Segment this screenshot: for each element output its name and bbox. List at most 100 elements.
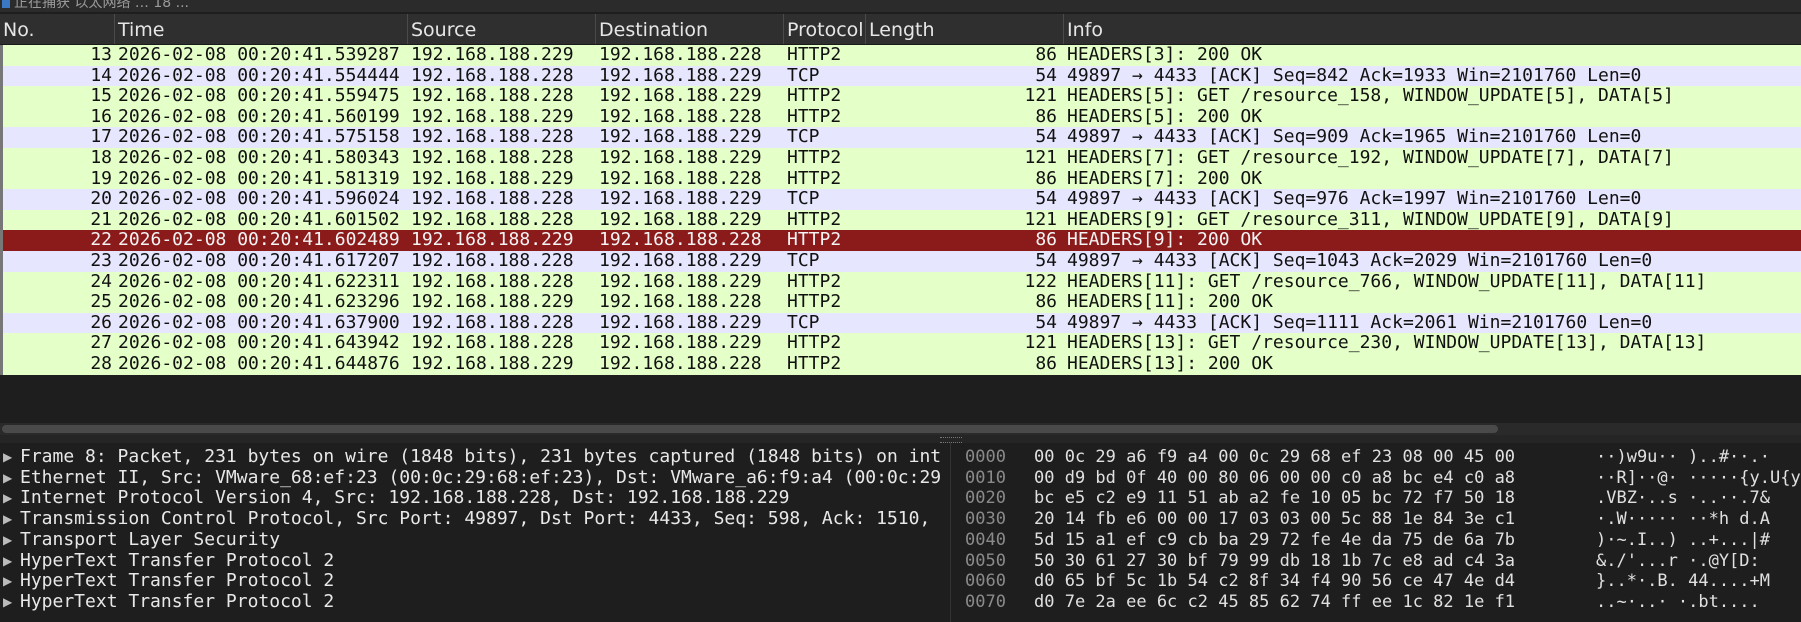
packet-source: 192.168.188.228 bbox=[411, 64, 574, 86]
packet-row[interactable]: 16 2026-02-08 00:20:41.560199 192.168.188.… bbox=[0, 105, 1801, 128]
packet-number: 18 bbox=[90, 147, 112, 168]
packet-info: HEADERS[9]: GET /resource_311, WINDOW_UP… bbox=[1067, 208, 1674, 230]
packet-row[interactable]: 13 2026-02-08 00:20:41.539287 192.168.188.… bbox=[0, 45, 1801, 66]
packet-info: 49897 → 4433 [ACK] Seq=842 Ack=1933 Win=… bbox=[1067, 64, 1642, 86]
packet-info: HEADERS[7]: GET /resource_192, WINDOW_UP… bbox=[1067, 147, 1674, 168]
packet-bytes-pane[interactable]: 0000 00 0c 29 a6 f9 a4 00 0c 29 68 ef 23 … bbox=[950, 443, 1801, 622]
packet-source: 192.168.188.228 bbox=[411, 311, 574, 333]
packet-row[interactable]: 26 2026-02-08 00:20:41.637900 192.168.188.… bbox=[0, 311, 1801, 334]
expand-arrow-icon[interactable]: ▶ bbox=[3, 571, 12, 592]
packet-source: 192.168.188.228 bbox=[411, 188, 574, 210]
column-header-protocol[interactable]: Protocol bbox=[783, 14, 865, 44]
packet-info: HEADERS[3]: 200 OK bbox=[1067, 45, 1263, 65]
detail-tree-item[interactable]: ▶ HyperText Transfer Protocol 2 bbox=[0, 549, 950, 572]
pane-splitter[interactable] bbox=[0, 435, 1801, 443]
packet-time: 2026-02-08 00:20:41.596024 bbox=[118, 188, 400, 210]
packet-row[interactable]: 21 2026-02-08 00:20:41.601502 192.168.188.… bbox=[0, 208, 1801, 231]
packet-time: 2026-02-08 00:20:41.554444 bbox=[118, 64, 400, 86]
packet-list[interactable]: 13 2026-02-08 00:20:41.539287 192.168.188.… bbox=[0, 45, 1801, 423]
detail-tree-item[interactable]: ▶ HyperText Transfer Protocol 2 bbox=[0, 590, 950, 613]
column-header-length[interactable]: Length bbox=[865, 14, 1063, 44]
packet-protocol: HTTP2 bbox=[787, 353, 842, 374]
packet-row[interactable]: 19 2026-02-08 00:20:41.581319 192.168.188.… bbox=[0, 167, 1801, 190]
column-header-no[interactable]: No. bbox=[0, 14, 112, 44]
packet-destination: 192.168.188.229 bbox=[599, 332, 762, 354]
bytes-offset: 0040 bbox=[965, 529, 1006, 550]
expand-arrow-icon[interactable]: ▶ bbox=[3, 488, 12, 509]
bytes-row[interactable]: 0000 00 0c 29 a6 f9 a4 00 0c 29 68 ef 23 … bbox=[951, 447, 1801, 468]
column-header-info[interactable]: Info bbox=[1063, 14, 1801, 44]
bytes-hex: d0 65 bf 5c 1b 54 c2 8f 34 f4 90 56 ce 4… bbox=[1034, 571, 1516, 592]
detail-tree-item[interactable]: ▶ Ethernet II, Src: VMware_68:ef:23 (00:0… bbox=[0, 467, 950, 489]
detail-tree-item[interactable]: ▶ Frame 8: Packet, 231 bytes on wire (184… bbox=[0, 446, 950, 468]
packet-details-pane[interactable]: ▶ Frame 8: Packet, 231 bytes on wire (184… bbox=[0, 443, 950, 622]
bytes-row[interactable]: 0040 5d 15 a1 ef c9 cb ba 29 72 fe 4e da … bbox=[951, 530, 1801, 551]
packet-protocol: HTTP2 bbox=[787, 332, 842, 354]
expand-arrow-icon[interactable]: ▶ bbox=[3, 509, 12, 530]
packet-number: 17 bbox=[90, 126, 112, 148]
column-header-time[interactable]: Time bbox=[114, 14, 407, 44]
packet-length: 86 bbox=[1035, 291, 1057, 313]
packet-time: 2026-02-08 00:20:41.560199 bbox=[118, 105, 400, 127]
detail-tree-item[interactable]: ▶ Transport Layer Security bbox=[0, 529, 950, 551]
packet-time: 2026-02-08 00:20:41.643942 bbox=[118, 332, 400, 354]
packet-row[interactable]: 18 2026-02-08 00:20:41.580343 192.168.188.… bbox=[0, 147, 1801, 169]
detail-tree-label: HyperText Transfer Protocol 2 bbox=[20, 590, 335, 612]
packet-row[interactable]: 17 2026-02-08 00:20:41.575158 192.168.188.… bbox=[0, 127, 1801, 148]
packet-info: HEADERS[9]: 200 OK bbox=[1067, 229, 1263, 251]
packet-row[interactable]: 14 2026-02-08 00:20:41.554444 192.168.188.… bbox=[0, 64, 1801, 87]
packet-number: 23 bbox=[90, 250, 112, 271]
packet-row[interactable]: 20 2026-02-08 00:20:41.596024 192.168.188.… bbox=[0, 189, 1801, 210]
packet-row[interactable]: 25 2026-02-08 00:20:41.623296 192.168.188.… bbox=[0, 292, 1801, 313]
packet-info: 49897 → 4433 [ACK] Seq=1111 Ack=2061 Win… bbox=[1067, 311, 1653, 333]
packet-length: 121 bbox=[1024, 332, 1057, 354]
packet-row[interactable]: 15 2026-02-08 00:20:41.559475 192.168.188.… bbox=[0, 86, 1801, 107]
bytes-offset: 0060 bbox=[965, 571, 1006, 592]
packet-destination: 192.168.188.229 bbox=[599, 250, 762, 271]
packet-row[interactable]: 24 2026-02-08 00:20:41.622311 192.168.188.… bbox=[0, 270, 1801, 293]
column-header-source[interactable]: Source bbox=[407, 14, 595, 44]
expand-arrow-icon[interactable]: ▶ bbox=[3, 530, 12, 551]
bytes-ascii: ..~·..· ·.bt.... bbox=[1596, 591, 1760, 612]
detail-tree-label: Internet Protocol Version 4, Src: 192.16… bbox=[20, 487, 790, 509]
packet-time: 2026-02-08 00:20:41.644876 bbox=[118, 353, 400, 374]
bytes-row[interactable]: 0020 bc e5 c2 e9 11 51 ab a2 fe 10 05 bc … bbox=[951, 488, 1801, 509]
expand-arrow-icon[interactable]: ▶ bbox=[3, 447, 12, 468]
packet-info: HEADERS[13]: GET /resource_230, WINDOW_U… bbox=[1067, 332, 1707, 354]
bytes-ascii: ·.W····· ··*h d.A bbox=[1596, 509, 1770, 530]
expand-arrow-icon[interactable]: ▶ bbox=[3, 551, 12, 572]
packet-source: 192.168.188.229 bbox=[411, 167, 574, 189]
packet-length: 122 bbox=[1024, 270, 1057, 292]
packet-time: 2026-02-08 00:20:41.602489 bbox=[118, 229, 400, 251]
expand-arrow-icon[interactable]: ▶ bbox=[3, 592, 12, 613]
detail-tree-item[interactable]: ▶ HyperText Transfer Protocol 2 bbox=[0, 570, 950, 592]
bytes-row[interactable]: 0010 00 d9 bd 0f 40 00 80 06 00 00 c0 a8 … bbox=[951, 468, 1801, 489]
column-header-destination[interactable]: Destination bbox=[595, 14, 783, 44]
packet-row[interactable]: 22 2026-02-08 00:20:41.602489 192.168.188.… bbox=[0, 230, 1801, 251]
packet-destination: 192.168.188.228 bbox=[599, 229, 762, 251]
packet-row[interactable]: 28 2026-02-08 00:20:41.644876 192.168.188.… bbox=[0, 353, 1801, 375]
bytes-ascii: ··R]··@· ·····{y.U{y bbox=[1596, 467, 1801, 488]
packet-length: 54 bbox=[1035, 250, 1057, 271]
packet-info: 49897 → 4433 [ACK] Seq=909 Ack=1965 Win=… bbox=[1067, 126, 1642, 148]
packet-info: 49897 → 4433 [ACK] Seq=1043 Ack=2029 Win… bbox=[1067, 250, 1653, 271]
packet-protocol: HTTP2 bbox=[787, 229, 842, 251]
scrollbar-thumb[interactable] bbox=[2, 425, 1498, 433]
detail-tree-item[interactable]: ▶ Internet Protocol Version 4, Src: 192.1… bbox=[0, 488, 950, 509]
bytes-row[interactable]: 0060 d0 65 bf 5c 1b 54 c2 8f 34 f4 90 56 … bbox=[951, 571, 1801, 592]
packet-row[interactable]: 27 2026-02-08 00:20:41.643942 192.168.188.… bbox=[0, 333, 1801, 354]
detail-tree-label: Frame 8: Packet, 231 bytes on wire (1848… bbox=[20, 446, 942, 467]
detail-tree-label: HyperText Transfer Protocol 2 bbox=[20, 549, 335, 571]
packet-source: 192.168.188.229 bbox=[411, 45, 574, 65]
expand-arrow-icon[interactable]: ▶ bbox=[3, 468, 12, 489]
packet-row[interactable]: 23 2026-02-08 00:20:41.617207 192.168.188.… bbox=[0, 250, 1801, 272]
detail-tree-item[interactable]: ▶ Transmission Control Protocol, Src Port… bbox=[0, 508, 950, 530]
packet-info: HEADERS[11]: GET /resource_766, WINDOW_U… bbox=[1067, 270, 1707, 292]
packet-length: 86 bbox=[1035, 353, 1057, 374]
bytes-row[interactable]: 0030 20 14 fb e6 00 00 17 03 03 00 5c 88 … bbox=[951, 509, 1801, 530]
packet-time: 2026-02-08 00:20:41.581319 bbox=[118, 167, 400, 189]
bytes-row[interactable]: 0070 d0 7e 2a ee 6c c2 45 85 62 74 ff ee … bbox=[951, 592, 1801, 613]
detail-tree-label: HyperText Transfer Protocol 2 bbox=[20, 570, 335, 592]
bytes-row[interactable]: 0050 50 30 61 27 30 bf 79 99 db 18 1b 7c … bbox=[951, 551, 1801, 572]
packet-list-horizontal-scrollbar[interactable] bbox=[0, 423, 1801, 435]
